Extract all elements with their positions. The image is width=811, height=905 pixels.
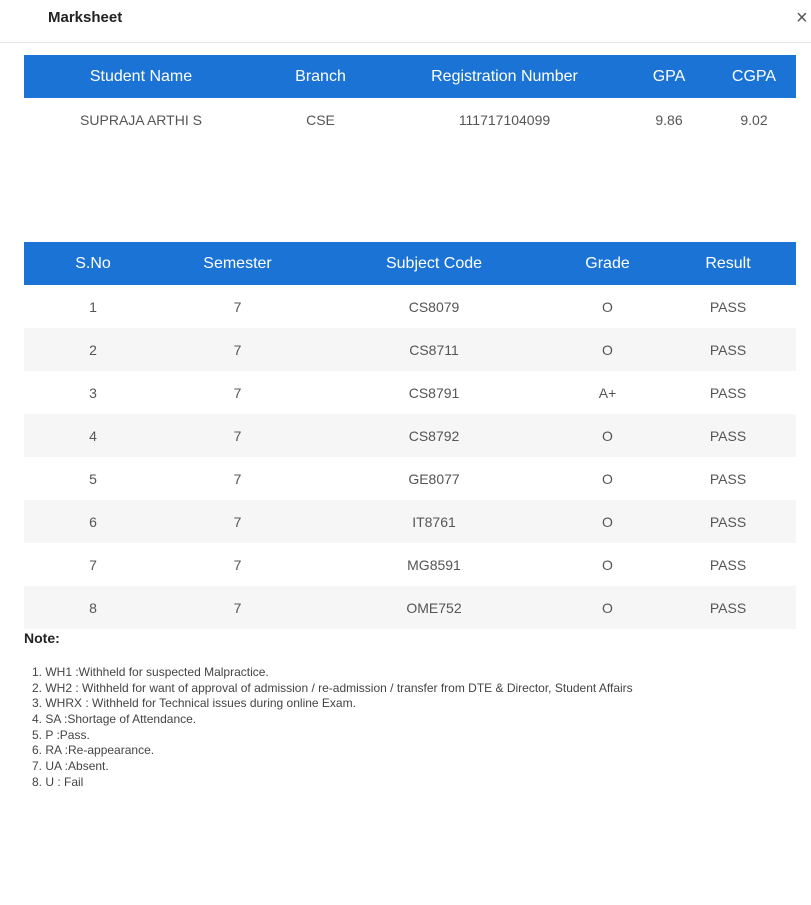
subject-code-cell: IT8761 xyxy=(313,500,555,543)
subject-code-cell: OME752 xyxy=(313,586,555,629)
note-list: 1. WH1 :Withheld for suspected Malpracti… xyxy=(32,665,633,791)
semester-cell: 7 xyxy=(233,556,242,573)
table-row: 6 7 IT8761 O PASS xyxy=(24,500,796,543)
sno-cell: 3 xyxy=(89,384,97,401)
branch-cell: CSE xyxy=(306,112,335,128)
sno-cell: 8 xyxy=(24,586,162,629)
subject-code-cell: CS8791 xyxy=(408,384,460,401)
semester-cell: 7 xyxy=(162,500,313,543)
semester-cell: 7 xyxy=(233,298,242,315)
column-header-sno: S.No xyxy=(24,242,162,285)
subject-code-cell: CS8792 xyxy=(313,414,555,457)
note-item: 8. U : Fail xyxy=(32,774,84,789)
sno-cell: 2 xyxy=(24,328,162,371)
table-row: 2 7 CS8711 O PASS xyxy=(24,328,796,371)
result-cell: PASS xyxy=(660,328,796,371)
note-item: 4. SA :Shortage of Attendance. xyxy=(32,712,197,727)
grade-cell: O xyxy=(555,328,660,371)
note-item: 5. P :Pass. xyxy=(32,727,90,742)
column-header-cgpa: CGPA xyxy=(712,55,796,98)
note-item: 3. WHRX : Withheld for Technical issues … xyxy=(32,696,356,711)
subject-code-cell: CS8079 xyxy=(408,298,460,315)
column-header-gpa: GPA xyxy=(626,55,712,98)
close-icon[interactable]: × xyxy=(796,6,811,30)
column-header-registration-number: Registration Number xyxy=(383,55,626,98)
result-cell: PASS xyxy=(709,384,747,401)
sno-cell: 6 xyxy=(24,500,162,543)
column-header-branch: Branch xyxy=(258,55,383,98)
registration-number-cell: 111717104099 xyxy=(458,112,551,128)
result-cell: PASS xyxy=(709,298,747,315)
note-item: 6. RA :Re-appearance. xyxy=(32,743,155,758)
table-row: 1 7 CS8079 O PASS xyxy=(24,285,796,328)
summary-row: SUPRAJA ARTHI S CSE 111717104099 9.86 9.… xyxy=(24,98,796,142)
modal-title: Marksheet xyxy=(48,9,123,26)
sno-cell: 4 xyxy=(24,414,162,457)
note-item: 7. UA :Absent. xyxy=(32,759,109,774)
grade-cell: O xyxy=(555,414,660,457)
subject-code-cell: GE8077 xyxy=(408,470,460,487)
summary-header-row: Student Name Branch Registration Number … xyxy=(24,55,796,98)
result-cell: PASS xyxy=(709,556,747,573)
semester-cell: 7 xyxy=(162,414,313,457)
grade-cell: O xyxy=(602,470,613,487)
grade-cell: O xyxy=(555,500,660,543)
subject-code-cell: MG8591 xyxy=(407,556,461,573)
sno-cell: 1 xyxy=(89,298,97,315)
marks-table: S.No Semester Subject Code Grade Result … xyxy=(24,242,796,629)
result-cell: PASS xyxy=(660,414,796,457)
semester-cell: 7 xyxy=(162,586,313,629)
gpa-cell: 9.86 xyxy=(655,112,683,128)
column-header-student-name: Student Name xyxy=(24,55,258,98)
marks-header-row: S.No Semester Subject Code Grade Result xyxy=(24,242,796,285)
table-row: 4 7 CS8792 O PASS xyxy=(24,414,796,457)
sno-cell: 5 xyxy=(89,470,97,487)
semester-cell: 7 xyxy=(233,470,242,487)
student-name-cell: SUPRAJA ARTHI S xyxy=(80,112,202,128)
table-row: 8 7 OME752 O PASS xyxy=(24,586,796,629)
table-row: 7 7 MG8591 O PASS xyxy=(24,543,796,586)
modal-header: Marksheet × xyxy=(0,0,811,43)
result-cell: PASS xyxy=(660,500,796,543)
note-title: Note: xyxy=(24,630,60,646)
column-header-result: Result xyxy=(660,242,796,285)
semester-cell: 7 xyxy=(233,384,242,401)
grade-cell: O xyxy=(555,586,660,629)
grade-cell: A+ xyxy=(598,384,617,401)
grade-cell: O xyxy=(602,556,613,573)
table-row: 5 7 GE8077 O PASS xyxy=(24,457,796,500)
cgpa-cell: 9.02 xyxy=(740,112,768,128)
semester-cell: 7 xyxy=(162,328,313,371)
subject-code-cell: CS8711 xyxy=(313,328,555,371)
result-cell: PASS xyxy=(660,586,796,629)
result-cell: PASS xyxy=(709,470,747,487)
column-header-grade: Grade xyxy=(555,242,660,285)
grade-cell: O xyxy=(602,298,613,315)
column-header-semester: Semester xyxy=(162,242,313,285)
note-item: 1. WH1 :Withheld for suspected Malpracti… xyxy=(32,665,269,679)
table-row: 3 7 CS8791 A+ PASS xyxy=(24,371,796,414)
column-header-subject-code: Subject Code xyxy=(313,242,555,285)
sno-cell: 7 xyxy=(89,556,97,573)
marksheet-modal: Marksheet × Student Name Branch Registra… xyxy=(0,0,811,905)
summary-table: Student Name Branch Registration Number … xyxy=(24,55,796,142)
note-item: 2. WH2 : Withheld for want of approval o… xyxy=(32,680,633,695)
